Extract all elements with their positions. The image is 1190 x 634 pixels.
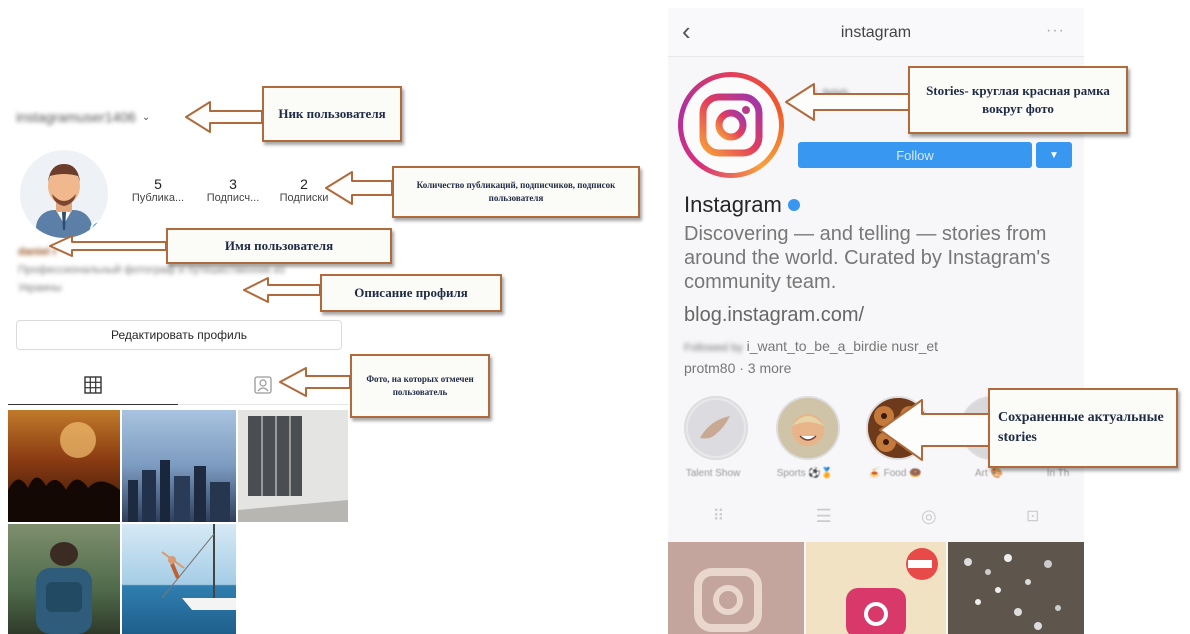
callout-stories: Stories- круглая красная рамка вокруг фо… xyxy=(908,66,1128,134)
callout-stories-text: Stories- круглая красная рамка вокруг фо… xyxy=(926,83,1110,116)
callout-highlights-text: Сохраненные актуальные stories xyxy=(998,410,1164,445)
callout-highlights: Сохраненные актуальные stories xyxy=(988,388,1178,468)
